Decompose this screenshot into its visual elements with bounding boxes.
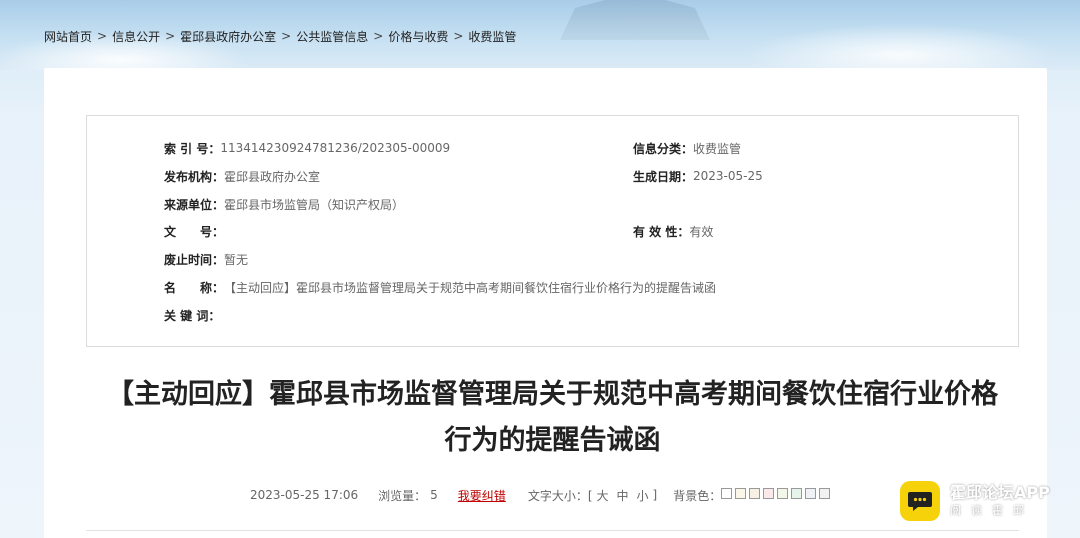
background-color-swatch[interactable] bbox=[735, 488, 747, 499]
publish-datetime: 2023-05-25 17:06 bbox=[250, 488, 359, 502]
app-name: 霍邱论坛APP bbox=[950, 483, 1050, 502]
meta-docno-row: 文 号： bbox=[164, 222, 224, 240]
article-info-bar: 2023-05-25 17:06 浏览量： 5 我要纠错 文字大小：[ 大 中 … bbox=[250, 486, 833, 504]
app-watermark: 霍邱论坛APP 阅读霍邱 bbox=[900, 481, 1050, 521]
breadcrumb-separator: > bbox=[165, 29, 176, 43]
background-color-swatch[interactable] bbox=[749, 488, 761, 499]
background-color-swatches bbox=[721, 488, 833, 502]
article-title-line-1: 【主动回应】霍邱县市场监督管理局关于规范中高考期间餐饮住宿行业价格 bbox=[107, 379, 998, 410]
font-size-small-button[interactable]: 小 bbox=[637, 487, 649, 504]
meta-publisher-row: 发布机构： 霍邱县政府办公室 bbox=[164, 167, 320, 185]
background-color-swatch[interactable] bbox=[819, 488, 831, 499]
background-color-swatch[interactable] bbox=[763, 488, 775, 499]
breadcrumb-home[interactable]: 网站首页 bbox=[44, 28, 92, 45]
meta-abolish-label: 废止时间： bbox=[164, 252, 225, 267]
meta-abolish-row: 废止时间： 暂无 bbox=[164, 250, 248, 268]
breadcrumb-fee-supervision[interactable]: 收费监管 bbox=[468, 28, 516, 45]
meta-index-row: 索 引 号： 113414230924781236/202305-00009 bbox=[164, 139, 450, 157]
meta-name-label: 名 称： bbox=[164, 280, 225, 295]
meta-index-label: 索 引 号： bbox=[164, 141, 221, 156]
meta-keywords-label: 关 键 词： bbox=[164, 308, 221, 323]
app-tagline: 阅读霍邱 bbox=[950, 504, 1034, 517]
background-color-swatch[interactable] bbox=[805, 488, 817, 499]
meta-category-value: 收费监管 bbox=[693, 141, 742, 156]
meta-source-row: 来源单位： 霍邱县市场监管局（知识产权局） bbox=[164, 195, 404, 213]
font-size-bracket-close: ] bbox=[652, 488, 658, 502]
meta-publisher-value: 霍邱县政府办公室 bbox=[224, 169, 321, 184]
breadcrumb-gov-office[interactable]: 霍邱县政府办公室 bbox=[180, 28, 276, 45]
background-color-swatch[interactable] bbox=[777, 488, 789, 499]
background-color-swatch[interactable] bbox=[721, 488, 733, 499]
meta-date-value: 2023-05-25 bbox=[693, 169, 763, 183]
meta-index-value: 113414230924781236/202305-00009 bbox=[220, 141, 451, 155]
article-title-line-2: 行为的提醒告诫函 bbox=[444, 425, 661, 456]
building-illustration bbox=[560, 0, 710, 40]
meta-date-row: 生成日期： 2023-05-25 bbox=[633, 167, 763, 185]
breadcrumb: 网站首页 > 信息公开 > 霍邱县政府办公室 > 公共监管信息 > 价格与收费 … bbox=[44, 27, 516, 45]
views-count: 5 bbox=[430, 488, 438, 502]
meta-docno-label: 文 号： bbox=[164, 224, 225, 239]
meta-name-row: 名 称： 【主动回应】霍邱县市场监督管理局关于规范中高考期间餐饮住宿行业价格行为… bbox=[164, 278, 716, 296]
font-size-large-button[interactable]: 大 bbox=[597, 487, 609, 504]
meta-validity-label: 有 效 性： bbox=[633, 224, 690, 239]
meta-category-label: 信息分类： bbox=[633, 141, 694, 156]
font-size-medium-button[interactable]: 中 bbox=[617, 487, 629, 504]
meta-source-label: 来源单位： bbox=[164, 197, 225, 212]
breadcrumb-info-public[interactable]: 信息公开 bbox=[112, 28, 160, 45]
meta-date-label: 生成日期： bbox=[633, 169, 694, 184]
meta-abolish-value: 暂无 bbox=[224, 252, 249, 267]
breadcrumb-price-fees[interactable]: 价格与收费 bbox=[388, 28, 448, 45]
content-divider bbox=[86, 530, 1019, 531]
breadcrumb-separator: > bbox=[373, 29, 384, 43]
meta-validity-value: 有效 bbox=[689, 224, 714, 239]
meta-source-value: 霍邱县市场监管局（知识产权局） bbox=[224, 197, 405, 212]
meta-name-value: 【主动回应】霍邱县市场监督管理局关于规范中高考期间餐饮住宿行业价格行为的提醒告诫… bbox=[224, 280, 717, 295]
meta-publisher-label: 发布机构： bbox=[164, 169, 225, 184]
chat-bubble-icon bbox=[900, 481, 940, 521]
meta-category-row: 信息分类： 收费监管 bbox=[633, 139, 741, 157]
report-error-link[interactable]: 我要纠错 bbox=[458, 487, 506, 504]
views-label: 浏览量： bbox=[378, 488, 427, 503]
meta-keywords-row: 关 键 词： bbox=[164, 306, 220, 324]
background-color-swatch[interactable] bbox=[791, 488, 803, 499]
article-title: 【主动回应】霍邱县市场监督管理局关于规范中高考期间餐饮住宿行业价格 行为的提醒告… bbox=[86, 372, 1019, 464]
breadcrumb-separator: > bbox=[97, 29, 108, 43]
font-size-label: 文字大小：[ bbox=[527, 488, 593, 503]
breadcrumb-public-supervision[interactable]: 公共监管信息 bbox=[296, 28, 368, 45]
breadcrumb-separator: > bbox=[453, 29, 464, 43]
meta-validity-row: 有 效 性： 有效 bbox=[633, 222, 713, 240]
background-color-label: 背景色： bbox=[673, 488, 722, 503]
breadcrumb-separator: > bbox=[281, 29, 292, 43]
